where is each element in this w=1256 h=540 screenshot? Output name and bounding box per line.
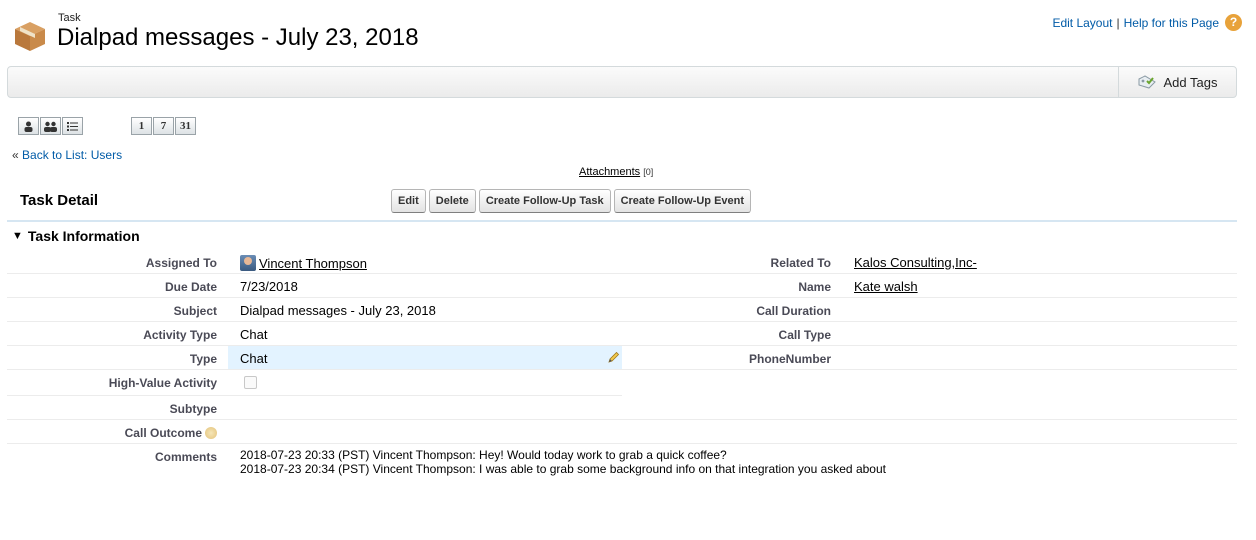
assigned-to-label: Assigned To [145, 256, 217, 270]
section-title: Task Information [27, 228, 140, 244]
comment-line: 2018-07-23 20:33 (PST) Vincent Thompson:… [240, 448, 727, 462]
edit-button[interactable]: Edit [391, 189, 426, 213]
subtype-label: Subtype [169, 402, 217, 416]
phone-number-label: PhoneNumber [748, 352, 831, 366]
field-row: Assigned To Vincent Thompson Related To … [7, 250, 1237, 274]
delete-button[interactable]: Delete [428, 189, 476, 213]
name-link[interactable]: Kate walsh [854, 279, 918, 294]
header-links: Edit Layout | Help for this Page ? [1052, 14, 1242, 31]
type-inline-edit-cell[interactable] [228, 346, 622, 370]
name-label: Name [798, 280, 831, 294]
attachments-related-link: Attachments [0] [579, 166, 653, 178]
help-bubble-icon[interactable] [205, 427, 217, 439]
attachments-link[interactable]: Attachments [579, 166, 640, 178]
field-row: Call Outcome [7, 420, 1237, 444]
comments-value: 2018-07-23 20:33 (PST) Vincent Thompson:… [240, 448, 886, 476]
due-date-value: 7/23/2018 [240, 279, 298, 294]
comment-line: 2018-07-23 20:34 (PST) Vincent Thompson:… [240, 462, 886, 476]
create-follow-up-task-button[interactable]: Create Follow-Up Task [478, 189, 611, 213]
attachments-count: [0] [643, 167, 654, 177]
calendar-range-buttons: 1 7 31 [131, 117, 197, 135]
list-view-button[interactable] [62, 117, 83, 135]
due-date-label: Due Date [164, 280, 217, 294]
help-icon[interactable]: ? [1225, 14, 1242, 31]
assigned-to-link[interactable]: Vincent Thompson [259, 256, 367, 271]
object-type-label: Task [58, 12, 81, 24]
task-box-icon [15, 22, 45, 51]
list-icon [67, 121, 78, 131]
call-duration-label: Call Duration [756, 304, 831, 318]
multi-user-icon [44, 121, 57, 132]
tag-icon [1138, 75, 1156, 89]
back-link-label: Back to List: Users [22, 148, 123, 162]
month-view-button[interactable]: 31 [175, 117, 196, 135]
link-separator: | [1116, 15, 1120, 30]
field-row: High-Value Activity [7, 370, 1237, 396]
call-outcome-label-wrap: Call Outcome [125, 426, 217, 440]
activity-type-label: Activity Type [143, 328, 217, 342]
task-information-fields: Assigned To Vincent Thompson Related To … [7, 250, 1237, 484]
single-user-view-button[interactable] [18, 117, 39, 135]
page-header: Task Dialpad messages - July 23, 2018 Ed… [12, 10, 1244, 60]
page-title: Dialpad messages - July 23, 2018 [57, 24, 419, 51]
related-to-value: Kalos Consulting,Inc- [854, 255, 977, 270]
task-information-section-toggle[interactable]: ▼ Task Information [12, 228, 140, 244]
day-view-button[interactable]: 1 [131, 117, 152, 135]
type-label: Type [189, 352, 217, 366]
activity-type-value: Chat [240, 327, 268, 342]
related-to-label: Related To [770, 256, 831, 270]
tag-bar: Add Tags [7, 66, 1237, 98]
collapse-triangle-icon: ▼ [12, 230, 23, 242]
field-row: Comments 2018-07-23 20:33 (PST) Vincent … [7, 444, 1237, 484]
field-row: Subtype [7, 396, 1237, 420]
call-type-label: Call Type [778, 328, 831, 342]
add-tags-label: Add Tags [1163, 74, 1218, 90]
high-value-activity-label: High-Value Activity [108, 376, 217, 390]
assigned-to-value: Vincent Thompson [240, 255, 367, 271]
pencil-edit-icon[interactable] [607, 351, 620, 364]
user-avatar [240, 255, 256, 271]
back-to-list-link[interactable]: « Back to List: Users [12, 148, 122, 162]
field-row: Subject Dialpad messages - July 23, 2018… [7, 298, 1237, 322]
create-follow-up-event-button[interactable]: Create Follow-Up Event [613, 189, 752, 213]
multi-user-view-button[interactable] [40, 117, 61, 135]
back-arrows: « [12, 148, 19, 162]
subject-value: Dialpad messages - July 23, 2018 [240, 303, 436, 318]
task-detail-header: Task Detail Edit Delete Create Follow-Up… [7, 186, 1237, 222]
view-mode-buttons [18, 117, 84, 135]
type-value: Chat [240, 351, 268, 366]
name-value: Kate walsh [854, 279, 918, 294]
field-row: Due Date 7/23/2018 Name Kate walsh [7, 274, 1237, 298]
week-view-button[interactable]: 7 [153, 117, 174, 135]
call-outcome-label: Call Outcome [124, 426, 202, 440]
high-value-activity-checkbox [244, 376, 257, 389]
edit-layout-link[interactable]: Edit Layout [1052, 16, 1112, 30]
related-to-link[interactable]: Kalos Consulting,Inc- [854, 255, 977, 270]
detail-button-row: Edit Delete Create Follow-Up Task Create… [391, 189, 752, 213]
field-row: Activity Type Chat Call Type [7, 322, 1237, 346]
single-user-icon [24, 121, 33, 132]
add-tags-button[interactable]: Add Tags [1118, 67, 1236, 97]
help-link[interactable]: Help for this Page [1124, 16, 1219, 30]
comments-label: Comments [154, 450, 217, 464]
field-row: Type Chat PhoneNumber [7, 346, 1237, 370]
subject-label: Subject [173, 304, 217, 318]
task-detail-title: Task Detail [20, 192, 99, 209]
